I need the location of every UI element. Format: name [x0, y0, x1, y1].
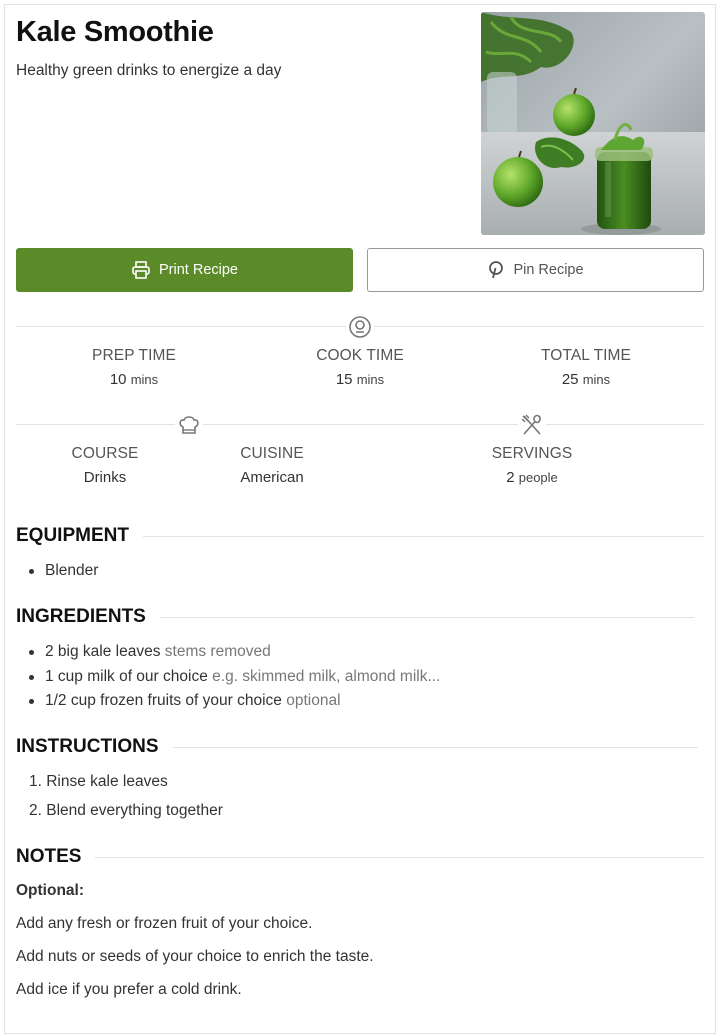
ingredient-name: 1 cup milk of our choice: [45, 667, 208, 685]
cuisine: CUISINE American: [207, 445, 337, 486]
equipment-heading: EQUIPMENT: [16, 525, 143, 547]
equipment-rule: [140, 536, 704, 537]
instruction-step: 1. Rinse kale leaves: [29, 773, 168, 790]
timer-icon: [346, 313, 374, 341]
chef-hat-icon: [175, 411, 203, 439]
recipe-title: Kale Smoothie: [16, 16, 214, 48]
total-time: TOTAL TIME 25 mins: [506, 347, 666, 388]
prep-time-value: 10 mins: [54, 371, 214, 388]
ingredient-item: 2 big kale leaves stems removed: [28, 642, 440, 667]
ingredient-item: 1 cup milk of our choice e.g. skimmed mi…: [28, 667, 440, 692]
pinterest-icon: [487, 261, 505, 279]
cook-time: COOK TIME 15 mins: [280, 347, 440, 388]
pin-recipe-label: Pin Recipe: [513, 262, 584, 278]
cook-time-unit: mins: [356, 372, 385, 387]
total-time-unit: mins: [582, 372, 611, 387]
ingredient-note: e.g. skimmed milk, almond milk...: [212, 667, 441, 685]
total-time-value: 25 mins: [506, 371, 666, 388]
printer-icon: [131, 260, 151, 280]
servings-unit: people: [518, 470, 558, 485]
servings: SERVINGS 2 people: [467, 445, 597, 486]
servings-number: 2: [506, 469, 515, 486]
ingredient-name: 1/2 cup frozen fruits of your choice: [45, 692, 282, 709]
instructions-heading: INSTRUCTIONS: [16, 736, 173, 758]
print-recipe-button[interactable]: Print Recipe: [16, 248, 353, 292]
ingredients-rule: [154, 617, 694, 618]
servings-value: 2 people: [467, 469, 597, 486]
instructions-list: 1. Rinse kale leaves 2. Blend everything…: [29, 772, 223, 830]
total-time-number: 25: [561, 371, 579, 388]
notes-line: Add any fresh or frozen fruit of your ch…: [16, 915, 313, 932]
course-label: COURSE: [71, 445, 139, 462]
cook-time-number: 15: [335, 371, 353, 388]
recipe-summary: Healthy green drinks to energize a day: [16, 62, 282, 79]
notes-heading: NOTES: [16, 846, 96, 868]
cuisine-label: CUISINE: [240, 445, 304, 462]
course: COURSE Drinks: [40, 445, 170, 486]
prep-time-number: 10: [109, 371, 127, 388]
course-value: Drinks: [83, 469, 127, 486]
equipment-list: Blender: [28, 561, 98, 586]
notes-optional-label: Optional:: [16, 882, 85, 899]
notes-line: Add nuts or seeds of your choice to enri…: [16, 948, 374, 965]
ingredient-item: 1/2 cup frozen fruits of your choice opt…: [28, 691, 440, 716]
ingredient-note: optional: [286, 692, 341, 709]
print-recipe-label: Print Recipe: [159, 262, 238, 278]
notes-line: Add ice if you prefer a cold drink.: [16, 981, 242, 998]
instruction-step: 2. Blend everything together: [29, 802, 223, 819]
pin-recipe-button[interactable]: Pin Recipe: [367, 248, 704, 292]
fork-spoon-icon: [518, 411, 546, 439]
total-time-label: TOTAL TIME: [541, 347, 631, 364]
smoothie-photo: [481, 12, 705, 235]
prep-time-label: PREP TIME: [92, 347, 176, 364]
ingredients-list: 2 big kale leaves stems removed 1 cup mi…: [28, 642, 440, 716]
recipe-image: [481, 12, 705, 235]
notes-rule: [90, 857, 704, 858]
prep-time: PREP TIME 10 mins: [54, 347, 214, 388]
prep-time-unit: mins: [130, 372, 159, 387]
cuisine-value: American: [240, 469, 304, 486]
ingredient-note: stems removed: [164, 643, 271, 660]
equipment-item: Blender: [28, 561, 98, 586]
cook-time-value: 15 mins: [280, 371, 440, 388]
ingredient-name: 2 big kale leaves: [45, 643, 161, 660]
ingredients-heading: INGREDIENTS: [16, 606, 160, 628]
servings-label: SERVINGS: [491, 445, 573, 462]
instructions-rule: [168, 747, 698, 748]
cook-time-label: COOK TIME: [316, 347, 404, 364]
